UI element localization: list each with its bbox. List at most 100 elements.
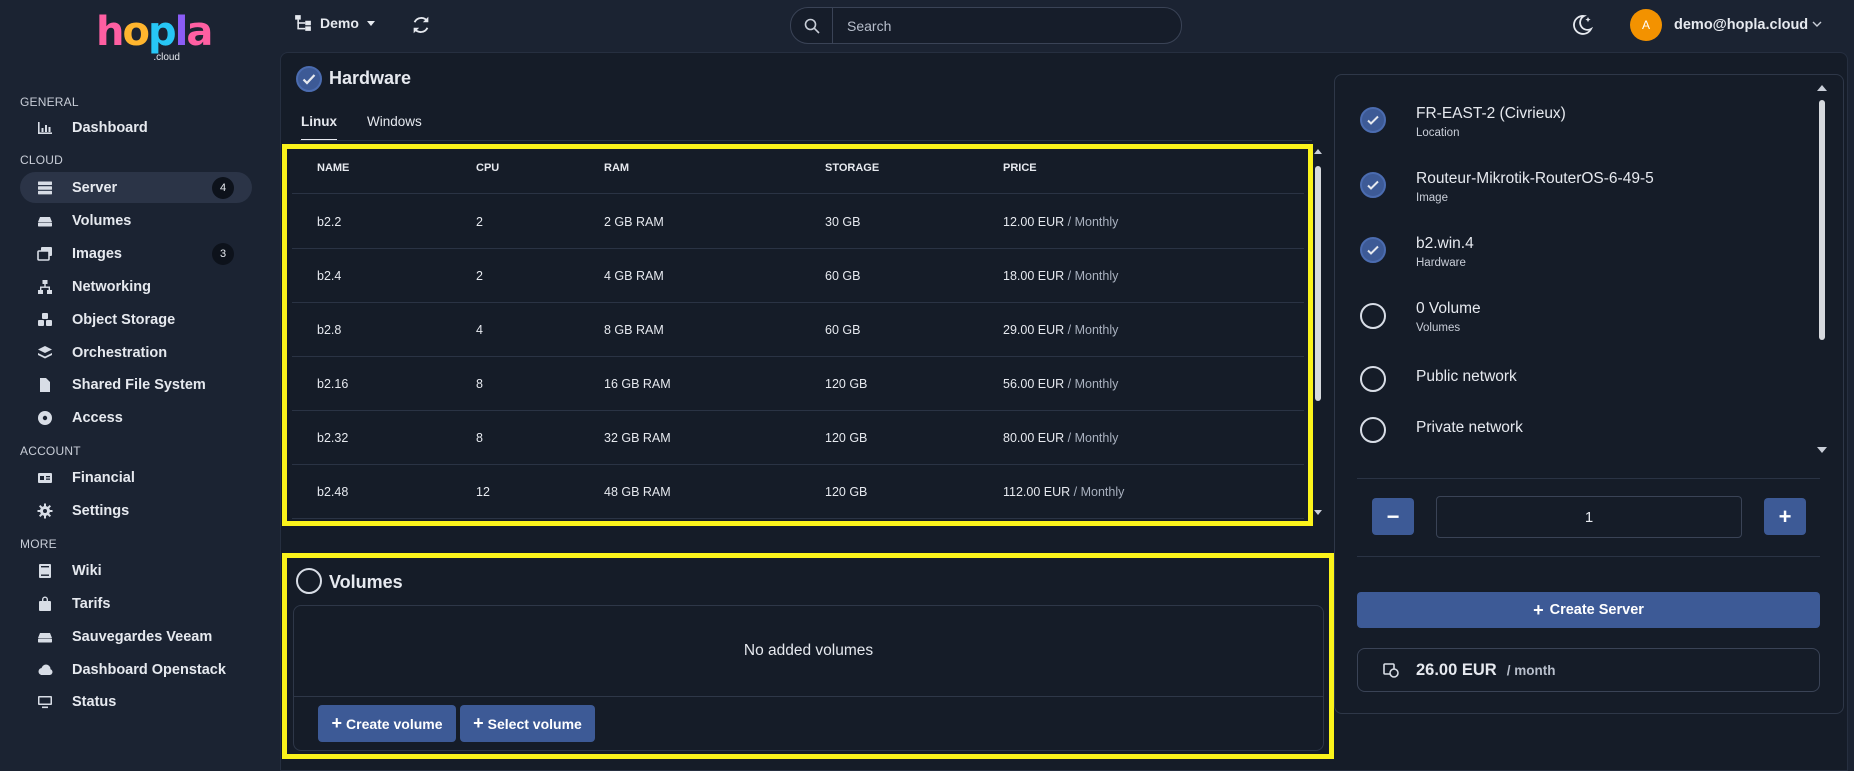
sidebar-item-label: Status (72, 693, 117, 710)
step-value: Public network (1416, 368, 1517, 385)
chart-icon (34, 120, 56, 136)
table-scrollbar[interactable] (1314, 148, 1322, 518)
hardware-title: Hardware (329, 68, 412, 88)
minus-icon: − (1386, 503, 1400, 529)
hopla-logo[interactable]: hopla .cloud (96, 12, 213, 63)
sidebar-item-object-storage[interactable]: Object Storage (20, 304, 252, 335)
sidebar-item-tarifs[interactable]: Tarifs (20, 588, 252, 619)
sidebar-item-dashboard-openstack[interactable]: Dashboard Openstack (20, 654, 252, 685)
summary-divider (1357, 478, 1820, 479)
step-value: b2.win.4 (1416, 235, 1474, 252)
sidebar-item-label: Orchestration (72, 344, 168, 361)
sidebar: hopla .cloud GENERAL Dashboard CLOUD Ser… (0, 0, 280, 771)
server-icon (34, 180, 56, 196)
disc-icon (34, 410, 56, 426)
sidebar-item-images[interactable]: Images 3 (20, 238, 252, 269)
section-cloud: CLOUD (20, 153, 64, 167)
summary-scrollbar[interactable] (1817, 85, 1827, 453)
sidebar-item-label: Server (72, 179, 118, 196)
plus-icon: + (1533, 599, 1544, 620)
sidebar-item-dashboard[interactable]: Dashboard (20, 112, 252, 143)
check-circle-icon (1360, 107, 1386, 133)
images-count-badge: 3 (212, 242, 234, 265)
sidebar-item-label: Networking (72, 278, 151, 295)
search-bar[interactable] (790, 7, 1182, 44)
user-email[interactable]: demo@hopla.cloud (1674, 17, 1808, 33)
file-icon (34, 377, 56, 393)
scroll-thumb[interactable] (1819, 100, 1825, 340)
drive-icon (34, 629, 56, 645)
empty-circle-icon (1360, 417, 1386, 443)
total-period: / month (1506, 662, 1556, 678)
highlight-box-volumes (282, 553, 1334, 759)
sidebar-item-orchestration[interactable]: Orchestration (20, 337, 252, 368)
step-value: FR-EAST-2 (Civrieux) (1416, 105, 1566, 122)
sidebar-item-sauvegardes-veeam[interactable]: Sauvegardes Veeam (20, 621, 252, 652)
gear-icon (34, 503, 56, 519)
empty-circle-icon (1360, 303, 1386, 329)
search-icon (791, 8, 833, 43)
tab-divider (300, 140, 1312, 141)
total-amount: 26.00 EUR (1416, 660, 1497, 679)
check-circle-icon (1360, 172, 1386, 198)
project-selector[interactable]: Demo (294, 14, 375, 32)
check-circle-icon (1360, 237, 1386, 263)
logo-sub: .cloud (153, 52, 180, 63)
step-value: Routeur-Mikrotik-RouterOS-6-49-5 (1416, 170, 1654, 187)
sidebar-item-label: Dashboard Openstack (72, 661, 226, 678)
sidebar-item-label: Dashboard (72, 119, 148, 136)
quantity-input[interactable] (1436, 496, 1742, 538)
sidebar-item-label: Financial (72, 469, 135, 486)
sidebar-item-label: Object Storage (72, 311, 176, 328)
drive-icon (34, 213, 56, 229)
refresh-icon[interactable] (410, 14, 432, 36)
chevron-down-icon[interactable] (1812, 19, 1822, 29)
sidebar-item-financial[interactable]: Financial (20, 462, 252, 493)
book-icon (34, 563, 56, 579)
images-icon (34, 246, 56, 262)
price-tag-icon (1383, 663, 1399, 678)
sidebar-item-volumes[interactable]: Volumes (20, 205, 252, 236)
step-value: 0 Volume (1416, 300, 1481, 317)
sidebar-item-networking[interactable]: Networking (20, 271, 252, 302)
empty-circle-icon (1360, 366, 1386, 392)
scroll-down-icon[interactable] (1314, 508, 1322, 516)
summary-divider (1357, 556, 1820, 557)
sidebar-item-label: Images (72, 245, 122, 262)
sidebar-item-label: Settings (72, 502, 130, 519)
sidebar-item-label: Wiki (72, 562, 102, 579)
scroll-up-icon[interactable] (1314, 148, 1322, 156)
moon-icon[interactable] (1570, 13, 1594, 37)
step-value: Private network (1416, 419, 1523, 436)
scroll-thumb[interactable] (1315, 166, 1321, 401)
id-card-icon (34, 470, 56, 486)
tab-windows[interactable]: Windows (367, 114, 422, 129)
scroll-down-icon[interactable] (1817, 446, 1827, 454)
server-count-badge: 4 (212, 176, 234, 199)
tab-linux[interactable]: Linux (301, 114, 337, 141)
avatar[interactable]: A (1630, 9, 1662, 41)
step-label: Image (1416, 192, 1448, 204)
section-general: GENERAL (20, 95, 79, 109)
search-input[interactable] (833, 17, 1163, 34)
sidebar-item-label: Sauvegardes Veeam (72, 628, 213, 645)
decrement-button[interactable]: − (1372, 498, 1414, 535)
highlight-box-hardware (282, 144, 1313, 526)
sidebar-item-shared-file-system[interactable]: Shared File System (20, 369, 252, 400)
project-tree-icon (295, 15, 311, 31)
sidebar-item-settings[interactable]: Settings (20, 495, 252, 526)
sidebar-item-status[interactable]: Status (20, 686, 252, 717)
bag-icon (34, 596, 56, 612)
section-account: ACCOUNT (20, 444, 81, 458)
sidebar-item-label: Access (72, 409, 123, 426)
increment-button[interactable]: + (1764, 498, 1806, 535)
plus-icon: + (1778, 503, 1792, 529)
sidebar-item-server[interactable]: Server 4 (20, 172, 252, 203)
scroll-up-icon[interactable] (1817, 84, 1827, 92)
step-label: Volumes (1416, 322, 1461, 334)
sidebar-item-wiki[interactable]: Wiki (20, 555, 252, 586)
sidebar-item-access[interactable]: Access (20, 402, 252, 433)
step-label: Location (1416, 127, 1460, 139)
create-server-button[interactable]: + Create Server (1357, 592, 1820, 628)
hardware-check-icon (296, 66, 322, 92)
